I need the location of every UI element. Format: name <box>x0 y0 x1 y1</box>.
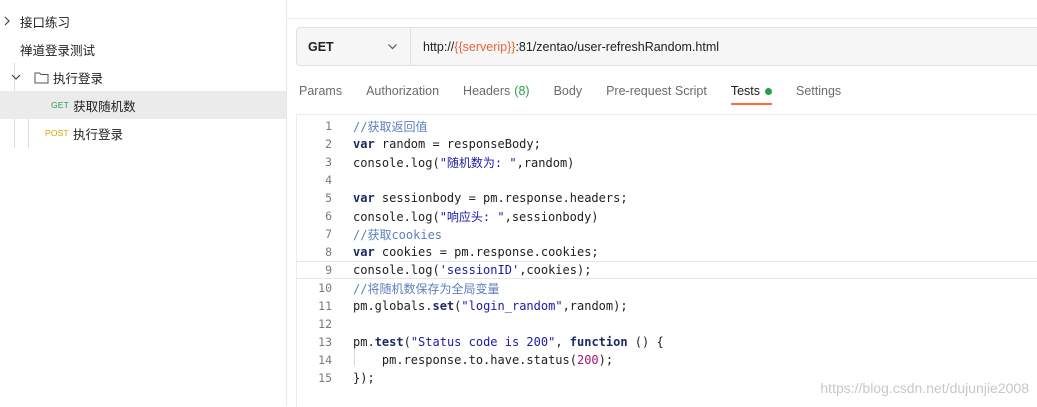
request-url-bar: GET http://{{serverip}}:81/zentao/user-r… <box>296 27 1037 66</box>
sidebar-item-folder-execute-login[interactable]: 执行登录 <box>0 63 286 91</box>
method-select[interactable]: GET <box>297 28 411 65</box>
sidebar-item-request-post-login[interactable]: POST 执行登录 <box>0 119 286 147</box>
code-text: //获取返回值 <box>353 119 428 134</box>
sidebar-item-label: 接口练习 <box>20 15 71 30</box>
code-text: pm.test("Status code is 200", function (… <box>353 335 664 349</box>
request-tabs: Params Authorization Headers (8) Body Pre… <box>299 78 865 106</box>
code-text: //获取cookies <box>353 227 443 242</box>
chevron-right-icon[interactable] <box>0 14 14 28</box>
line-number: 13 <box>318 335 332 349</box>
sidebar-item-request-get-random[interactable]: GET 获取随机数 <box>0 91 286 119</box>
line-number: 4 <box>325 173 332 187</box>
tab-headers[interactable]: Headers (8) <box>463 78 530 104</box>
folder-icon <box>34 71 49 84</box>
line-number: 14 <box>318 353 332 367</box>
tab-label: Headers <box>463 84 511 98</box>
code-text: //将随机数保存为全局变量 <box>353 281 500 296</box>
request-panel: GET http://{{serverip}}:81/zentao/user-r… <box>287 0 1037 407</box>
sidebar-item-label: 执行登录 <box>53 71 104 86</box>
tab-settings[interactable]: Settings <box>796 78 841 104</box>
line-number: 6 <box>325 209 332 223</box>
code-text: console.log("随机数为: ",random) <box>353 155 575 170</box>
code-text: var sessionbody = pm.response.headers; <box>353 191 628 205</box>
code-line[interactable]: 13 pm.test("Status code is 200", function… <box>297 333 1037 351</box>
url-suffix: :81/zentao/user-refreshRandom.html <box>515 39 720 54</box>
code-text: }); <box>353 371 375 385</box>
tests-status-dot <box>765 87 772 95</box>
tab-tests[interactable]: Tests <box>730 78 773 105</box>
method-select-value: GET <box>308 39 334 54</box>
line-number: 7 <box>325 227 332 241</box>
tab-label: Settings <box>796 84 842 98</box>
chevron-down-icon <box>387 41 398 52</box>
code-text: pm.response.to.have.status(200); <box>353 353 614 367</box>
sidebar-item-label: 禅道登录测试 <box>20 43 96 58</box>
sidebar: 接口练习 禅道登录测试 执行登录 GET 获取随机数 POST 执行登录 <box>0 0 287 406</box>
code-text: console.log("响应头: ",sessionbody) <box>353 209 599 224</box>
code-line[interactable]: 2 var random = responseBody; <box>297 135 1037 153</box>
tab-label: Params <box>299 84 343 98</box>
code-line[interactable]: 3 console.log("随机数为: ",random) <box>297 153 1037 171</box>
url-prefix: http:// <box>423 39 455 54</box>
code-line[interactable]: 12 <box>297 315 1037 333</box>
code-text: var random = responseBody; <box>353 137 541 151</box>
tab-pre-request-script[interactable]: Pre-request Script <box>606 78 707 104</box>
code-line[interactable]: 5 var sessionbody = pm.response.headers; <box>297 189 1037 207</box>
tab-label: Pre-request Script <box>606 84 707 98</box>
line-number: 15 <box>318 371 332 385</box>
code-line[interactable]: 10 //将随机数保存为全局变量 <box>297 279 1037 297</box>
tab-params[interactable]: Params <box>299 78 342 104</box>
sidebar-item-label: 获取随机数 <box>73 99 136 114</box>
code-line[interactable]: 4 <box>297 171 1037 189</box>
line-number: 2 <box>325 137 332 151</box>
tab-body[interactable]: Body <box>554 78 583 104</box>
watermark: https://blog.csdn.net/dujunjie2008 <box>820 380 1029 396</box>
code-line[interactable]: 1 //获取返回值 <box>297 117 1037 135</box>
line-number: 8 <box>325 245 332 259</box>
sidebar-item-collection-api-practice[interactable]: 接口练习 <box>0 7 286 35</box>
line-number: 10 <box>318 281 332 295</box>
chevron-down-icon[interactable] <box>9 70 23 84</box>
tab-authorization[interactable]: Authorization <box>366 78 439 104</box>
sidebar-item-collection-zentao-login[interactable]: 禅道登录测试 <box>0 35 286 63</box>
line-number: 3 <box>325 155 332 169</box>
tab-label: Body <box>553 84 583 98</box>
line-number: 12 <box>318 317 332 331</box>
line-number: 5 <box>325 191 332 205</box>
code-text: var cookies = pm.response.cookies; <box>353 245 599 259</box>
code-text: console.log('sessionID',cookies); <box>353 263 592 277</box>
code-text: pm.globals.set("login_random",random); <box>353 299 628 313</box>
tab-label: Tests <box>730 84 760 98</box>
code-line[interactable]: 14 pm.response.to.have.status(200); <box>297 351 1037 369</box>
line-number: 1 <box>325 119 332 133</box>
code-line[interactable]: 8 var cookies = pm.response.cookies; <box>297 243 1037 261</box>
line-number: 11 <box>318 299 332 313</box>
code-line[interactable]: 7 //获取cookies <box>297 225 1037 243</box>
code-line[interactable]: 9 console.log('sessionID',cookies); <box>297 261 1037 279</box>
headers-count: (8) <box>514 84 530 98</box>
code-line[interactable]: 6 console.log("响应头: ",sessionbody) <box>297 207 1037 225</box>
method-badge-get: GET <box>51 100 70 110</box>
sidebar-item-label: 执行登录 <box>72 127 123 142</box>
line-number: 9 <box>325 263 332 277</box>
top-strip <box>287 0 1037 19</box>
code-editor[interactable]: 1 //获取返回值 2 var random = responseBody; 3 cons… <box>296 114 1037 407</box>
url-variable: {{serverip}} <box>454 39 516 54</box>
code-line[interactable]: 11 pm.globals.set("login_random",random); <box>297 297 1037 315</box>
url-input[interactable]: http://{{serverip}}:81/zentao/user-refre… <box>411 28 1037 65</box>
tab-label: Authorization <box>366 84 440 98</box>
method-badge-post: POST <box>45 128 69 138</box>
